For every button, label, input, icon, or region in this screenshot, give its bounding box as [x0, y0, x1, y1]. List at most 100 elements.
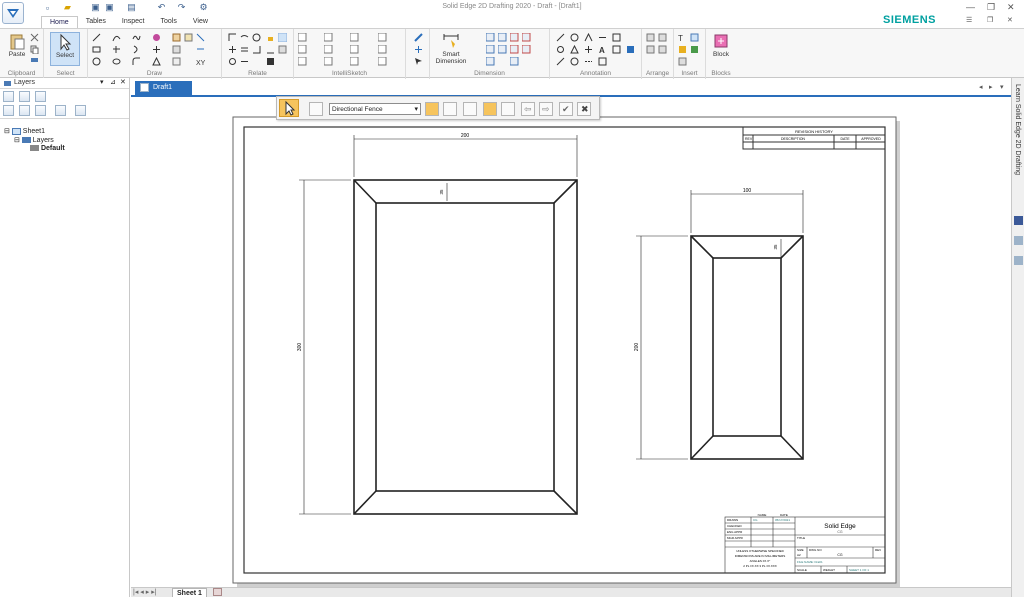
lock-icon[interactable] — [266, 33, 275, 42]
document-tab-draft1[interactable]: Draft1 — [135, 81, 192, 95]
fill-icon[interactable] — [152, 33, 161, 42]
cancel-button[interactable]: ✖ — [577, 102, 591, 116]
tree-item-default-layer[interactable]: Default — [30, 145, 65, 152]
drawing-view-icon[interactable] — [598, 57, 607, 66]
collinear-icon[interactable] — [228, 57, 237, 66]
next-button[interactable]: ⇨ — [539, 102, 553, 116]
group-icon[interactable] — [646, 45, 655, 54]
offset-icon[interactable] — [132, 45, 141, 54]
format-painter-icon[interactable] — [30, 57, 39, 66]
hatch-icon[interactable] — [172, 33, 181, 42]
select-tool-button[interactable] — [279, 99, 299, 117]
insert-image-icon[interactable] — [690, 33, 699, 42]
intellisketch-option-8-icon[interactable] — [378, 45, 387, 54]
horizontal-vertical-icon[interactable] — [252, 45, 261, 54]
centerline-icon[interactable] — [584, 57, 593, 66]
sheet-nav-icons[interactable]: |◂ ◂ ▸ ▸| — [133, 588, 157, 596]
dimension-table-icon[interactable] — [510, 57, 519, 66]
rectangle-icon[interactable] — [92, 45, 101, 54]
inside-fence-button[interactable] — [483, 102, 497, 116]
perpendicular-icon[interactable] — [228, 45, 237, 54]
attach-dimension-icon[interactable] — [522, 45, 531, 54]
tab-scroll-right-icon[interactable]: ▸ — [989, 83, 993, 91]
tab-inspect[interactable]: Inspect — [114, 16, 153, 28]
show-layer-icon[interactable] — [3, 105, 14, 116]
rotate-icon[interactable] — [152, 57, 161, 66]
curve-icon[interactable] — [132, 33, 141, 42]
panel-close-icon[interactable]: ✕ — [120, 78, 126, 86]
corner-icon[interactable] — [228, 33, 237, 42]
distance-between-icon[interactable] — [486, 33, 495, 42]
copy-icon[interactable] — [30, 45, 39, 54]
layer-properties-icon[interactable] — [35, 105, 46, 116]
tree-item-layers[interactable]: ⊟ Layers — [14, 136, 54, 144]
ink-icon[interactable] — [414, 33, 423, 42]
intellisketch-option-7-icon[interactable] — [350, 45, 359, 54]
learn-panel-tab[interactable]: Learn Solid Edge 2D Drafting — [1014, 84, 1021, 175]
connect-icon[interactable] — [196, 33, 205, 42]
angle-between-icon[interactable] — [498, 33, 507, 42]
panel-pin-icon[interactable]: ⊿ — [110, 78, 116, 86]
intellisketch-option-1-icon[interactable] — [298, 33, 307, 42]
collapse-icon[interactable]: ⊟ — [14, 137, 20, 144]
ungroup-icon[interactable] — [658, 45, 667, 54]
cross-icon[interactable] — [414, 45, 423, 54]
tree-item-sheet[interactable]: ⊟ Sheet1 — [4, 127, 45, 135]
fence-type-dropdown[interactable]: Directional Fence — [329, 103, 421, 115]
angular-coordinate-icon[interactable] — [498, 45, 507, 54]
dimension-style-icon[interactable] — [486, 57, 495, 66]
insert-text-icon[interactable]: T — [678, 33, 687, 42]
chamfer-dimension-icon[interactable] — [486, 45, 495, 54]
panel-dropdown-icon[interactable]: ▾ — [100, 78, 104, 86]
leader-icon[interactable] — [556, 57, 565, 66]
insert-shape-icon[interactable] — [678, 57, 687, 66]
pointer-icon[interactable] — [414, 57, 423, 66]
right-width-dimension[interactable]: 100 — [743, 188, 752, 194]
equal-icon[interactable] — [240, 45, 249, 54]
tab-tools[interactable]: Tools — [153, 16, 185, 28]
bring-forward-icon[interactable] — [646, 33, 655, 42]
intellisketch-option-2-icon[interactable] — [324, 33, 333, 42]
symmetric-icon[interactable] — [266, 45, 275, 54]
select-dimensions-button[interactable] — [425, 102, 439, 116]
center-mark-icon[interactable] — [584, 45, 593, 54]
accept-button[interactable]: ✔ — [559, 102, 573, 116]
xy-icon[interactable]: XY — [196, 57, 205, 66]
intellisketch-option-9-icon[interactable] — [298, 57, 307, 66]
split-icon[interactable] — [172, 57, 181, 66]
tab-tables[interactable]: Tables — [78, 16, 114, 28]
dimension-axis-icon[interactable] — [510, 45, 519, 54]
fillet-icon[interactable] — [132, 57, 141, 66]
bolt-hole-circle-icon[interactable] — [570, 57, 579, 66]
arc-icon[interactable] — [112, 33, 121, 42]
edge-condition-icon[interactable] — [612, 33, 621, 42]
move-icon[interactable] — [152, 45, 161, 54]
add-sheet-icon[interactable] — [213, 588, 222, 596]
select-button[interactable]: Select — [50, 32, 80, 66]
stretch-icon[interactable] — [196, 45, 205, 54]
property-text-icon[interactable] — [626, 45, 635, 54]
community-icon[interactable] — [1014, 236, 1023, 245]
left-height-dimension[interactable]: 300 — [297, 343, 303, 352]
intellisketch-option-10-icon[interactable] — [324, 57, 333, 66]
new-layer-icon[interactable] — [3, 91, 14, 102]
surface-texture-icon[interactable] — [584, 33, 593, 42]
select-filter-button[interactable] — [463, 102, 477, 116]
drawing-canvas[interactable]: REVISION HISTORY REV DESCRIPTION DATE AP… — [131, 95, 1011, 587]
tab-view[interactable]: View — [185, 16, 216, 28]
intellisketch-option-5-icon[interactable] — [298, 45, 307, 54]
tab-home[interactable]: Home — [41, 16, 78, 28]
feature-control-frame-icon[interactable] — [556, 45, 565, 54]
area-icon[interactable] — [184, 33, 193, 42]
minimize-icon[interactable]: — — [966, 2, 975, 12]
concentric-icon[interactable] — [252, 33, 261, 42]
overlap-fence-button[interactable] — [501, 102, 515, 116]
left-border-dimension[interactable]: 35 — [439, 189, 444, 195]
tab-scroll-left-icon[interactable]: ◂ — [979, 83, 983, 91]
tangent-icon[interactable] — [240, 33, 249, 42]
select-layer-icon[interactable] — [55, 105, 66, 116]
tab-list-icon[interactable]: ▾ — [1000, 83, 1004, 91]
facebook-icon[interactable] — [1014, 216, 1023, 225]
coordinate-dimension-icon[interactable] — [510, 33, 519, 42]
datum-frame-icon[interactable] — [570, 45, 579, 54]
